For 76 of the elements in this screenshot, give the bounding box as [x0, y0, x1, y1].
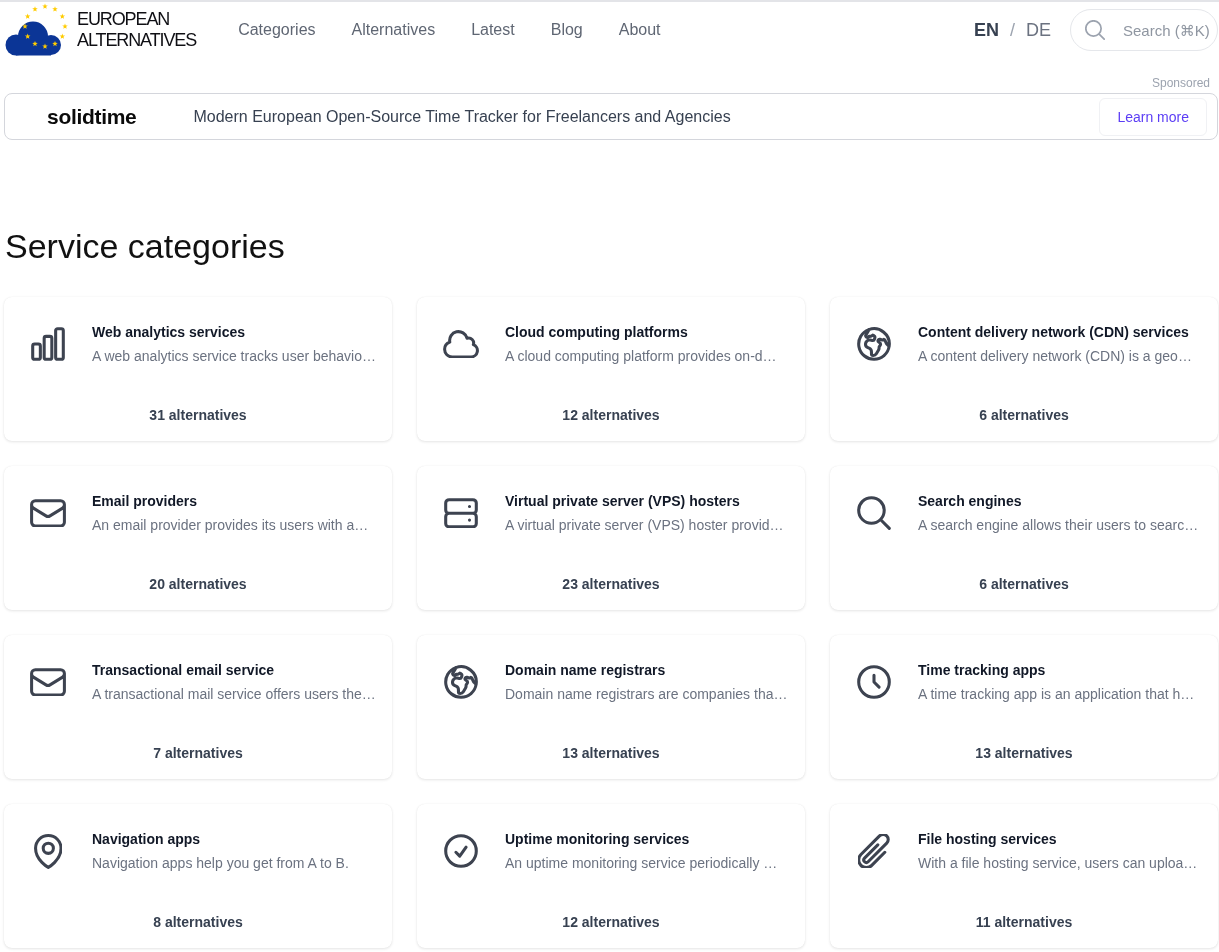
category-card[interactable]: Uptime monitoring services An uptime monitoring service periodically … 12 alternatives — [417, 804, 805, 948]
alternatives-count: 23 alternatives — [562, 575, 660, 593]
search-icon — [1085, 20, 1105, 40]
category-description: A transactional mail service offers users the… — [92, 685, 376, 703]
nav-link[interactable]: Blog — [550, 21, 583, 39]
category-description: A web analytics service tracks user behavio… — [92, 347, 376, 365]
category-title: Email providers — [92, 492, 199, 510]
paperclip-icon — [857, 833, 891, 869]
envelope-icon — [30, 498, 66, 528]
alternatives-count: 8 alternatives — [153, 913, 243, 931]
category-title: Domain name registrars — [505, 661, 667, 679]
category-card[interactable]: Domain name registrars Domain name registrars are companies tha… 13 alternatives — [417, 635, 805, 779]
category-title: Web analytics services — [92, 323, 247, 341]
category-title: File hosting services — [918, 830, 1058, 848]
clock-icon — [857, 665, 891, 699]
server-icon — [444, 497, 478, 529]
globe-icon — [857, 327, 891, 361]
category-title: Time tracking apps — [918, 661, 1047, 679]
alternatives-count: 12 alternatives — [562, 913, 660, 931]
category-description: Domain name registrars are companies tha… — [505, 685, 788, 703]
language-link[interactable]: DE — [1026, 19, 1051, 41]
alternatives-count: 12 alternatives — [562, 406, 660, 424]
category-description: A content delivery network (CDN) is a geo… — [918, 347, 1192, 365]
nav-link[interactable]: Latest — [471, 21, 515, 39]
page-heading: Service categories — [5, 226, 285, 266]
category-title: Search engines — [918, 492, 1023, 510]
category-description: A cloud computing platform provides on-d… — [505, 347, 777, 365]
category-description: A search engine allows their users to searc… — [918, 516, 1199, 534]
category-card[interactable]: Email providers An email provider provides its users with a… 20 alternatives — [4, 466, 392, 610]
language-link[interactable]: EN — [973, 19, 999, 41]
nav-link[interactable]: Categories — [238, 21, 316, 39]
category-description: Navigation apps help you get from A to B. — [92, 854, 349, 872]
category-description: An uptime monitoring service periodically … — [505, 854, 778, 872]
category-card[interactable]: Content delivery network (CDN) services A content delivery network (CDN) is a geo… 6 alternatives — [830, 297, 1218, 441]
alternatives-count: 20 alternatives — [149, 575, 247, 593]
category-title: Navigation apps — [92, 830, 202, 848]
category-title: Content delivery network (CDN) services — [918, 323, 1190, 341]
alternatives-count: 6 alternatives — [979, 575, 1069, 593]
category-card[interactable]: Web analytics services A web analytics service tracks user behavio… 31 alternatives — [4, 297, 392, 441]
category-card[interactable]: Transactional email service A transactional mail service offers users the… 7 alternatives — [4, 635, 392, 779]
category-title: Uptime monitoring services — [505, 830, 691, 848]
bar-chart-icon — [31, 327, 65, 361]
category-description: With a file hosting service, users can uploa… — [918, 854, 1198, 872]
alternatives-count: 7 alternatives — [153, 744, 243, 762]
category-card[interactable]: File hosting services With a file hosting service, users can uploa… 11 alternatives — [830, 804, 1218, 948]
magnifier-icon — [857, 496, 891, 530]
search-field[interactable]: Search (⌘K) — [1070, 9, 1218, 51]
alternatives-count: 6 alternatives — [979, 406, 1069, 424]
category-card[interactable]: Search engines A search engine allows their users to searc… 6 alternatives — [830, 466, 1218, 610]
cloud-icon — [443, 329, 479, 359]
category-card[interactable]: Cloud computing platforms A cloud computing platform provides on-d… 12 alternatives — [417, 297, 805, 441]
category-title: Transactional email service — [92, 661, 276, 679]
category-card[interactable]: Time tracking apps A time tracking app is an application that h… 13 alternatives — [830, 635, 1218, 779]
alternatives-count: 31 alternatives — [149, 406, 247, 424]
alternatives-count: 11 alternatives — [975, 913, 1073, 931]
sponsored-label: Sponsored — [1151, 76, 1210, 90]
envelope-icon — [30, 667, 66, 697]
category-description: A virtual private server (VPS) hoster provid… — [505, 516, 784, 534]
sponsor-logo-text[interactable]: solidtime — [47, 104, 137, 129]
logo-icon[interactable] — [4, 3, 68, 57]
category-title: Cloud computing platforms — [505, 323, 689, 341]
learn-more-button[interactable]: Learn more — [1099, 97, 1207, 136]
sponsor-tagline: Modern European Open-Source Time Tracker for Freelancers and Agencies — [193, 107, 731, 126]
category-title: Virtual private server (VPS) hosters — [505, 492, 741, 510]
map-pin-icon — [33, 833, 63, 869]
category-card[interactable]: Navigation apps Navigation apps help you get from A to B. 8 alternatives — [4, 804, 392, 948]
globe-icon — [444, 665, 478, 699]
alternatives-count: 13 alternatives — [975, 744, 1073, 762]
nav-link[interactable]: Alternatives — [351, 21, 436, 39]
category-card[interactable]: Virtual private server (VPS) hosters A virtual private server (VPS) hoster provid… 23 alternatives — [417, 466, 805, 610]
language-separator: / — [1009, 19, 1015, 41]
category-description: A time tracking app is an application that h… — [918, 685, 1195, 703]
nav-link[interactable]: About — [618, 21, 661, 39]
category-description: An email provider provides its users with a… — [92, 516, 369, 534]
brand-name[interactable]: EUROPEAN ALTERNATIVES — [77, 9, 197, 51]
alternatives-count: 13 alternatives — [562, 744, 660, 762]
